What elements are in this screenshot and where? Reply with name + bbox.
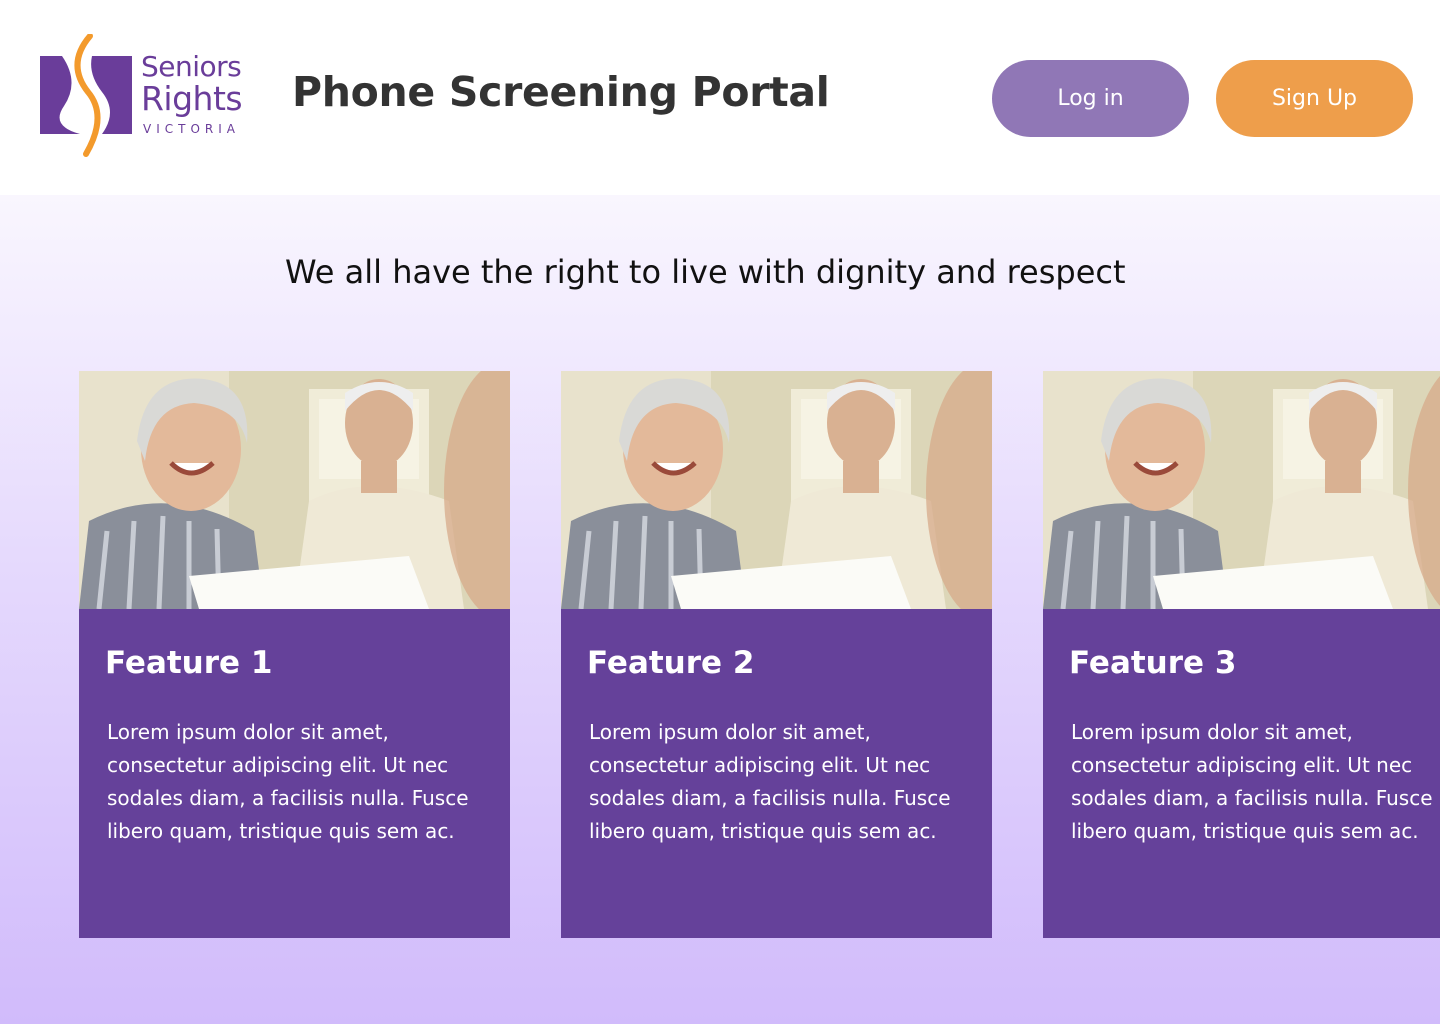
feature-photo xyxy=(561,371,992,609)
page-title: Phone Screening Portal xyxy=(292,68,830,116)
feature-description: Lorem ipsum dolor sit amet, consectetur … xyxy=(589,720,951,843)
login-button[interactable]: Log in xyxy=(992,60,1189,137)
feature-card: Feature 1 Lorem ipsum dolor sit amet, co… xyxy=(79,371,510,938)
seniors-rights-logo[interactable]: Seniors Rights VICTORIA xyxy=(36,34,251,158)
logo-line-rights: Rights xyxy=(141,79,243,118)
feature-title: Feature 2 xyxy=(587,645,755,681)
main-section: We all have the right to live with digni… xyxy=(0,195,1440,1024)
feature-card: Feature 3 Lorem ipsum dolor sit amet, co… xyxy=(1043,371,1440,938)
feature-description: Lorem ipsum dolor sit amet, consectetur … xyxy=(1071,720,1433,843)
feature-title: Feature 3 xyxy=(1069,645,1237,681)
logo-wordmark: Seniors Rights VICTORIA xyxy=(141,50,243,137)
logo-line-victoria: VICTORIA xyxy=(143,122,240,136)
site-header: Seniors Rights VICTORIA Phone Screening … xyxy=(0,0,1440,195)
tagline: We all have the right to live with digni… xyxy=(285,253,1126,291)
logo-line-seniors: Seniors xyxy=(141,50,242,83)
feature-description: Lorem ipsum dolor sit amet, consectetur … xyxy=(107,720,469,843)
signup-button[interactable]: Sign Up xyxy=(1216,60,1413,137)
feature-photo xyxy=(1043,371,1440,609)
feature-photo xyxy=(79,371,510,609)
feature-card: Feature 2 Lorem ipsum dolor sit amet, co… xyxy=(561,371,992,938)
feature-title: Feature 1 xyxy=(105,645,273,681)
